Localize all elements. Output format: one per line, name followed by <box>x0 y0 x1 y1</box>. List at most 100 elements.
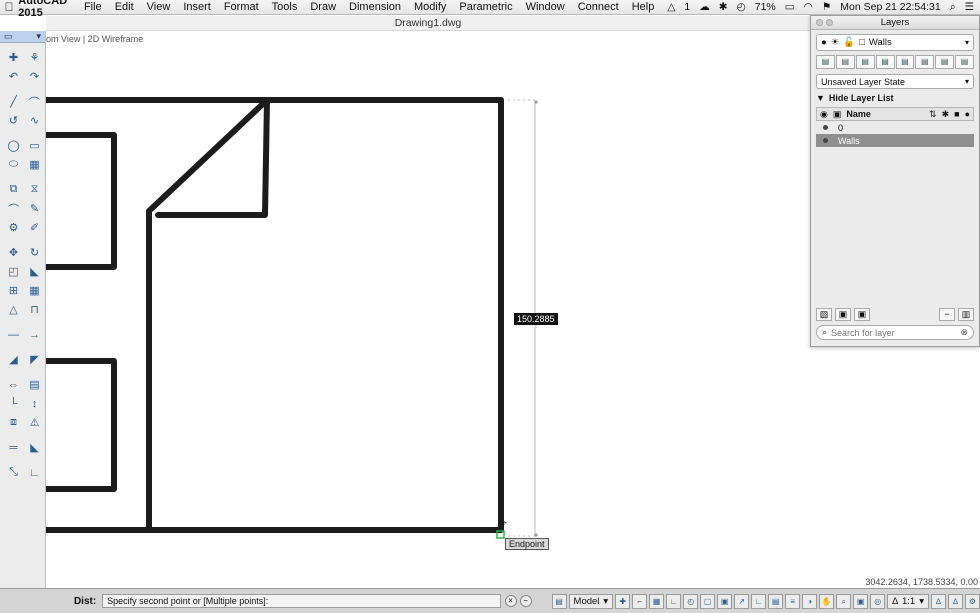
close-window-button[interactable] <box>816 19 823 26</box>
snap-cursor-icon[interactable]: ✚ <box>615 593 631 609</box>
layer-tool-isolate-icon[interactable]: ▤ <box>875 55 895 69</box>
edit-tool-icon[interactable]: ✎ <box>26 200 43 217</box>
layer-tool-match-icon[interactable]: ▤ <box>835 55 855 69</box>
menu-tools[interactable]: Tools <box>272 1 298 13</box>
app-name-menu[interactable]: AutoCAD 2015 <box>18 0 72 19</box>
block-tool-icon[interactable]: ⚙ <box>5 219 22 236</box>
minimize-window-button[interactable] <box>826 19 833 26</box>
menu-insert[interactable]: Insert <box>183 1 211 13</box>
layer-tool-off-icon[interactable]: ▤ <box>935 55 955 69</box>
name-column-header[interactable]: Name <box>846 109 924 119</box>
layer-state-dropdown[interactable]: Unsaved Layer State ▾ <box>816 74 974 89</box>
table-tool-icon[interactable]: ↕ <box>26 395 43 412</box>
view-cube-icon[interactable]: ▣ <box>853 593 869 609</box>
menu-modify[interactable]: Modify <box>414 1 446 13</box>
rotate-tool-icon[interactable]: ↻ <box>26 244 43 261</box>
menu-parametric[interactable]: Parametric <box>459 1 512 13</box>
rectangle-tool-icon[interactable]: ▭ <box>26 137 43 154</box>
dimension-tool-icon[interactable]: ⇔ <box>5 376 22 393</box>
spline-tool-icon[interactable]: ∿ <box>26 112 43 129</box>
sort-icon[interactable]: ⇅ <box>929 109 937 120</box>
select-tool-icon[interactable]: ✚ <box>5 49 22 66</box>
menu-dimension[interactable]: Dimension <box>349 1 401 13</box>
layer-visibility-icon[interactable] <box>823 125 828 130</box>
array-grid-icon[interactable]: ▦ <box>26 282 43 299</box>
arc-tool-icon[interactable]: ↺ <box>5 112 22 129</box>
battery-percent[interactable]: 71% <box>755 1 776 13</box>
array-tool-icon[interactable]: ⊞ <box>5 282 22 299</box>
polar-icon[interactable]: ◴ <box>683 593 699 609</box>
layer-row-selected[interactable]: Walls <box>816 134 974 147</box>
new-layer-icon[interactable]: ▧ <box>816 308 832 321</box>
menu-edit[interactable]: Edit <box>115 1 134 13</box>
drawing-canvas-right[interactable]: 3042.2634, 1738.5334, 0.00 <box>810 347 980 588</box>
menu-window[interactable]: Window <box>526 1 565 13</box>
trim-tool-icon[interactable]: ⊓ <box>26 301 43 318</box>
ortho-icon[interactable]: ∟ <box>666 593 682 609</box>
layers-panel-titlebar[interactable]: Layers <box>811 16 979 30</box>
grid-icon[interactable]: ▦ <box>649 593 665 609</box>
isodraft-icon[interactable]: ▢ <box>700 593 716 609</box>
ellipse-tool-icon[interactable]: ⬭ <box>5 156 22 173</box>
adobe-icon[interactable]: △ <box>667 1 675 13</box>
clock[interactable]: Mon Sep 21 22:54:31 <box>840 1 940 13</box>
snap-tracking-icon[interactable]: ↗ <box>734 593 750 609</box>
time-machine-icon[interactable]: ◴ <box>737 1 746 13</box>
measure-tool-icon[interactable]: ═ <box>5 439 22 456</box>
model-space-toggle[interactable]: Model ▾ <box>568 593 614 609</box>
spotlight-icon[interactable]: ⌕ <box>950 1 956 14</box>
area-tool-icon[interactable]: ◣ <box>26 439 43 456</box>
hatch-tool-icon[interactable]: ▦ <box>26 156 43 173</box>
dynamic-input-icon[interactable]: ▤ <box>768 593 784 609</box>
new-filter-icon[interactable]: ▣ <box>854 308 870 321</box>
leader-tool-icon[interactable]: └ <box>5 395 22 412</box>
lock-column-icon[interactable]: ■ <box>954 109 959 119</box>
chevron-down-icon[interactable]: ▾ <box>36 31 41 42</box>
infer-icon[interactable]: ⌐ <box>632 593 648 609</box>
menu-help[interactable]: Help <box>632 1 655 13</box>
menu-view[interactable]: View <box>147 1 171 13</box>
scale-tool-icon[interactable]: ◰ <box>5 263 22 280</box>
apple-icon[interactable]:  <box>0 0 18 14</box>
command-history-icon[interactable]: − <box>519 595 532 607</box>
layer-tool-previous-icon[interactable]: ▤ <box>855 55 875 69</box>
clear-search-icon[interactable]: ⊗ <box>960 327 968 338</box>
dynamic-ucs-icon[interactable]: ∟ <box>751 593 767 609</box>
layer-tool-new-icon[interactable]: ▤ <box>816 55 835 69</box>
layer-tool-lock-icon[interactable]: ▤ <box>955 55 974 69</box>
creative-cloud-icon[interactable]: ☁ <box>699 1 710 13</box>
color-column-icon[interactable]: ● <box>965 109 970 119</box>
transparency-icon[interactable]: ◑ <box>802 593 818 609</box>
layout-toggle-icon[interactable]: ▤ <box>551 593 567 609</box>
chamfer-tool-icon[interactable]: ◢ <box>5 351 22 368</box>
object-snap-icon[interactable]: ▣ <box>717 593 733 609</box>
menu-draw[interactable]: Draw <box>310 1 336 13</box>
pan-icon[interactable]: ✋ <box>819 593 835 609</box>
layer-tool-freeze-icon[interactable]: ▤ <box>915 55 935 69</box>
menu-connect[interactable]: Connect <box>578 1 619 13</box>
status-column-icon[interactable]: ▣ <box>833 109 842 120</box>
drawing-canvas[interactable]: om View | 2D Wireframe ⌖ 150.2885 Endpoi… <box>46 31 810 588</box>
layer-row[interactable]: 0 <box>816 121 974 134</box>
quick-select-icon[interactable]: ⚘ <box>26 49 43 66</box>
ucs-tool-icon[interactable]: ⤡ <box>5 464 22 481</box>
offset-tool-icon[interactable]: △ <box>5 301 22 318</box>
battery-icon[interactable]: ▭ <box>785 1 795 13</box>
redo-icon[interactable]: ↷ <box>26 68 43 85</box>
menu-format[interactable]: Format <box>224 1 259 13</box>
workspace-icon[interactable]: ⚙ <box>965 593 980 609</box>
delete-layer-icon[interactable]: − <box>939 308 955 321</box>
notification-center-icon[interactable]: ☰ <box>965 1 974 13</box>
circle-tool-icon[interactable]: ◯ <box>5 137 22 154</box>
layer-search-input[interactable] <box>831 327 957 338</box>
annotation-visibility-icon[interactable]: ∆ <box>931 593 946 609</box>
attribute-tool-icon[interactable]: ⧈ <box>5 414 22 431</box>
new-group-icon[interactable]: ▣ <box>835 308 851 321</box>
cancel-command-icon[interactable]: × <box>504 595 517 607</box>
break-tool-icon[interactable]: ― <box>5 326 22 343</box>
extend-tool-icon[interactable]: → <box>26 326 43 343</box>
layer-visibility-icon[interactable] <box>823 138 828 143</box>
zoom-icon[interactable]: ⌕ <box>836 593 852 609</box>
current-layer-dropdown[interactable]: ● ☀ 🔓 □ Walls ▾ <box>816 34 974 51</box>
command-line-input[interactable]: Specify second point or [Multiple points… <box>102 594 501 608</box>
